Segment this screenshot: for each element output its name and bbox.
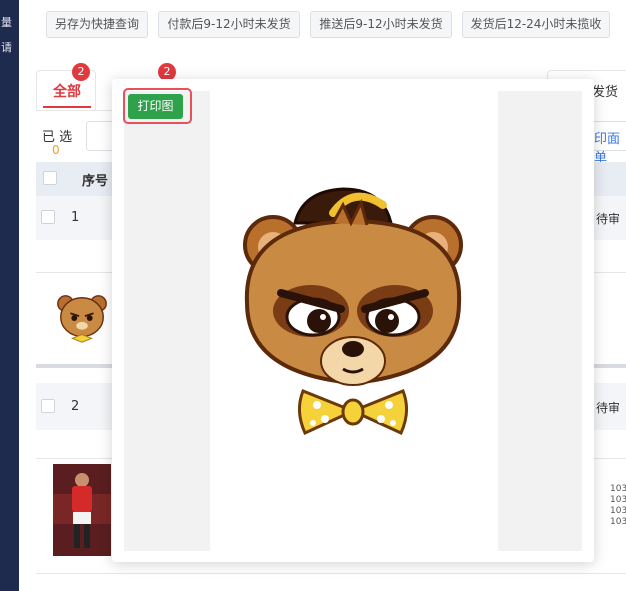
tab-all-label: 全部 xyxy=(53,84,81,100)
row-seq: 1 xyxy=(71,210,80,225)
filter-pushed-unshipped-button[interactable]: 推送后9-12小时未发货 xyxy=(310,11,452,38)
sidebar-glyph-2: 请 xyxy=(1,42,12,54)
tab-active-underline xyxy=(43,106,91,108)
football-player-thumbnail xyxy=(53,464,111,556)
order-number: 103 xyxy=(610,484,626,494)
preview-right-margin xyxy=(498,91,582,551)
row-checkbox[interactable] xyxy=(41,399,55,413)
filter-paid-unshipped-button[interactable]: 付款后9-12小时未发货 xyxy=(158,11,300,38)
select-all-checkbox[interactable] xyxy=(43,171,57,185)
row-status: 待审 xyxy=(596,401,621,415)
order-number: 103 xyxy=(610,506,626,516)
order-number-list: 103 103 103 103 xyxy=(610,484,626,528)
row-status: 待审 xyxy=(596,212,621,226)
selected-count: 0 xyxy=(52,143,60,157)
row-seq: 2 xyxy=(71,399,80,414)
order-number: 103 xyxy=(610,495,626,505)
order-number: 103 xyxy=(610,517,626,527)
bear-thumbnail xyxy=(57,295,107,343)
header-seq: 序号 xyxy=(82,174,109,189)
bottom-divider xyxy=(36,573,626,574)
print-face-sheet-label: 印面单 xyxy=(594,132,621,166)
preview-left-margin xyxy=(124,91,210,551)
bear-mascot-image xyxy=(243,187,463,435)
tab-all-badge: 2 xyxy=(72,63,90,81)
sidebar-glyph-1: 量 xyxy=(1,17,12,29)
filter-shipped-uncollected-button[interactable]: 发货后12-24小时未揽收 xyxy=(462,11,610,38)
row-checkbox[interactable] xyxy=(41,210,55,224)
tab-shipping-label: 发货 xyxy=(592,85,619,100)
left-sidebar: 量 请 xyxy=(0,0,19,591)
save-quick-query-button[interactable]: 另存为快捷查询 xyxy=(46,11,148,38)
print-image-button[interactable]: 打印图 xyxy=(128,94,183,119)
